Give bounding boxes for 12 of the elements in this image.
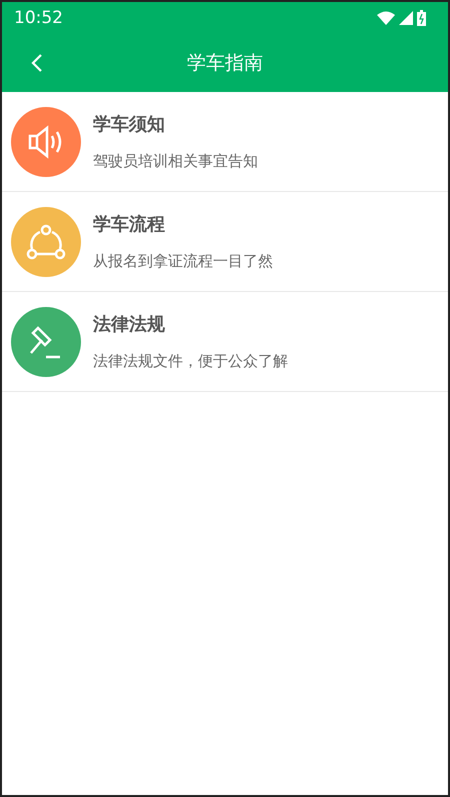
- page-title: 学车指南: [187, 51, 263, 76]
- item-title[interactable]: 法律法规: [93, 312, 288, 336]
- battery-icon: [417, 10, 426, 26]
- item-title[interactable]: 学车流程: [93, 212, 273, 236]
- item-subtitle: 法律法规文件，便于公众了解: [93, 352, 288, 371]
- signal-icon: [399, 11, 413, 25]
- share-icon: [26, 224, 66, 260]
- item-subtitle: 从报名到拿证流程一目了然: [93, 252, 273, 271]
- wifi-icon: [377, 11, 395, 25]
- item-title[interactable]: 学车须知: [93, 112, 258, 136]
- status-time: 10:52: [14, 8, 63, 28]
- item-subtitle: 驾驶员培训相关事宜告知: [93, 152, 258, 171]
